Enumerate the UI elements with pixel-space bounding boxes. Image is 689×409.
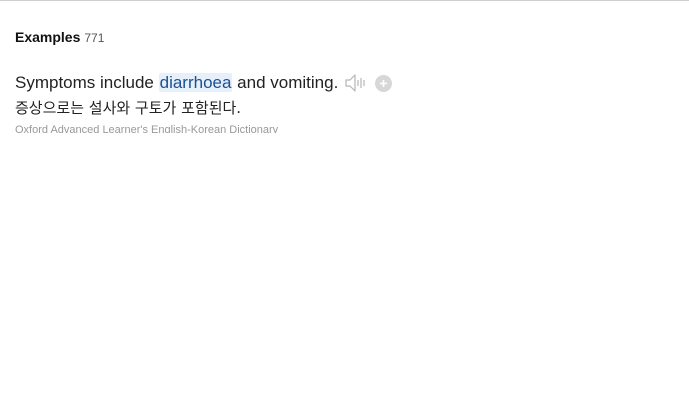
add-to-wordbook-button[interactable] [375,74,393,92]
examples-section: Examples 771 Symptoms include diarrhoea … [15,29,675,133]
example-translation: 증상으로는 설사와 구토가 포함된다. [15,99,242,117]
section-title: Examples [15,29,81,45]
highlighted-word[interactable]: diarrhoea [158,73,233,92]
example-item: Symptoms include diarrhoea and vomiting.… [15,71,675,133]
top-divider [0,0,689,1]
example-sentence-row: Symptoms include diarrhoea and vomiting. [15,71,675,95]
example-sentence: Symptoms include diarrhoea and vomiting. [15,73,338,93]
sentence-text-before: Symptoms include [15,73,159,92]
sentence-text-after: and vomiting. [232,73,339,92]
examples-header: Examples 771 [15,29,675,47]
examples-count: 771 [84,31,105,45]
plus-icon [380,79,388,87]
speaker-icon [345,74,365,92]
example-source: Oxford Advanced Learner's English-Korean… [15,124,279,133]
pronounce-button[interactable] [343,72,369,94]
